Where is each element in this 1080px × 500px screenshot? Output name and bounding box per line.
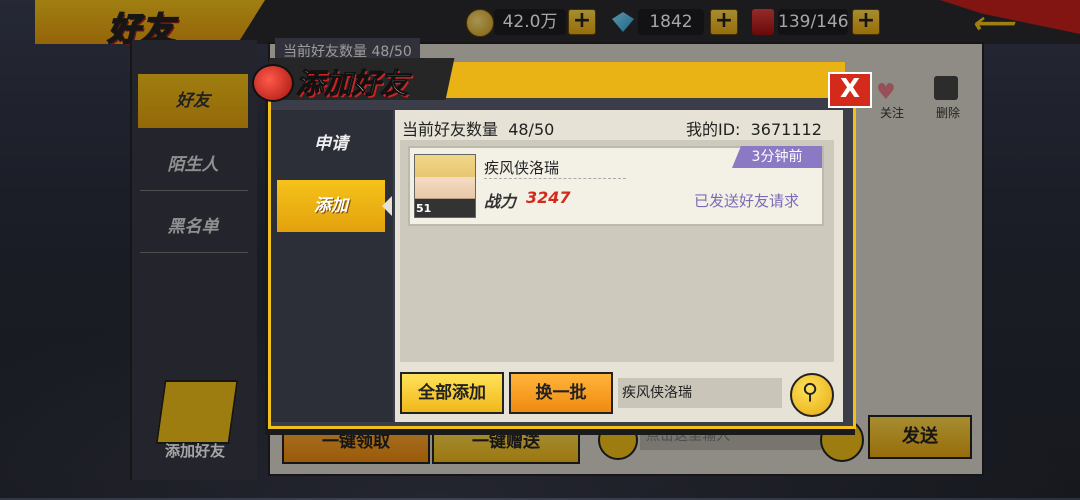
add-all-button[interactable]: 全部添加: [400, 372, 504, 414]
tab-add[interactable]: 添加: [277, 180, 385, 232]
friend-count: 当前好友数量 48/50: [402, 116, 554, 140]
player-level: 51: [416, 202, 432, 215]
dialog-title: 添加好友: [295, 67, 409, 101]
active-tab-pointer: [382, 196, 392, 216]
friend-count-label: 当前好友数量: [402, 120, 499, 139]
power-label: 战力: [484, 192, 517, 211]
my-id-value: 3671112: [750, 120, 822, 139]
magnifier-icon[interactable]: ⚲: [797, 378, 823, 408]
time-badge: 3分钟前: [732, 146, 822, 168]
tab-requests[interactable]: 申请: [277, 118, 385, 170]
request-status: 已发送好友请求: [694, 192, 800, 210]
friend-count-value: 48/50: [508, 120, 555, 139]
my-id: 我的ID: 3671112: [686, 116, 822, 140]
refresh-button[interactable]: 换一批: [509, 372, 613, 414]
power-value: 3247: [526, 188, 571, 207]
name-underline: [484, 178, 626, 180]
fist-icon: [252, 64, 294, 102]
player-name: 疾风侠洛瑞: [484, 159, 560, 177]
my-id-label: 我的ID:: [686, 120, 741, 139]
close-button[interactable]: X: [828, 72, 872, 108]
search-input[interactable]: 疾风侠洛瑞: [618, 378, 782, 408]
